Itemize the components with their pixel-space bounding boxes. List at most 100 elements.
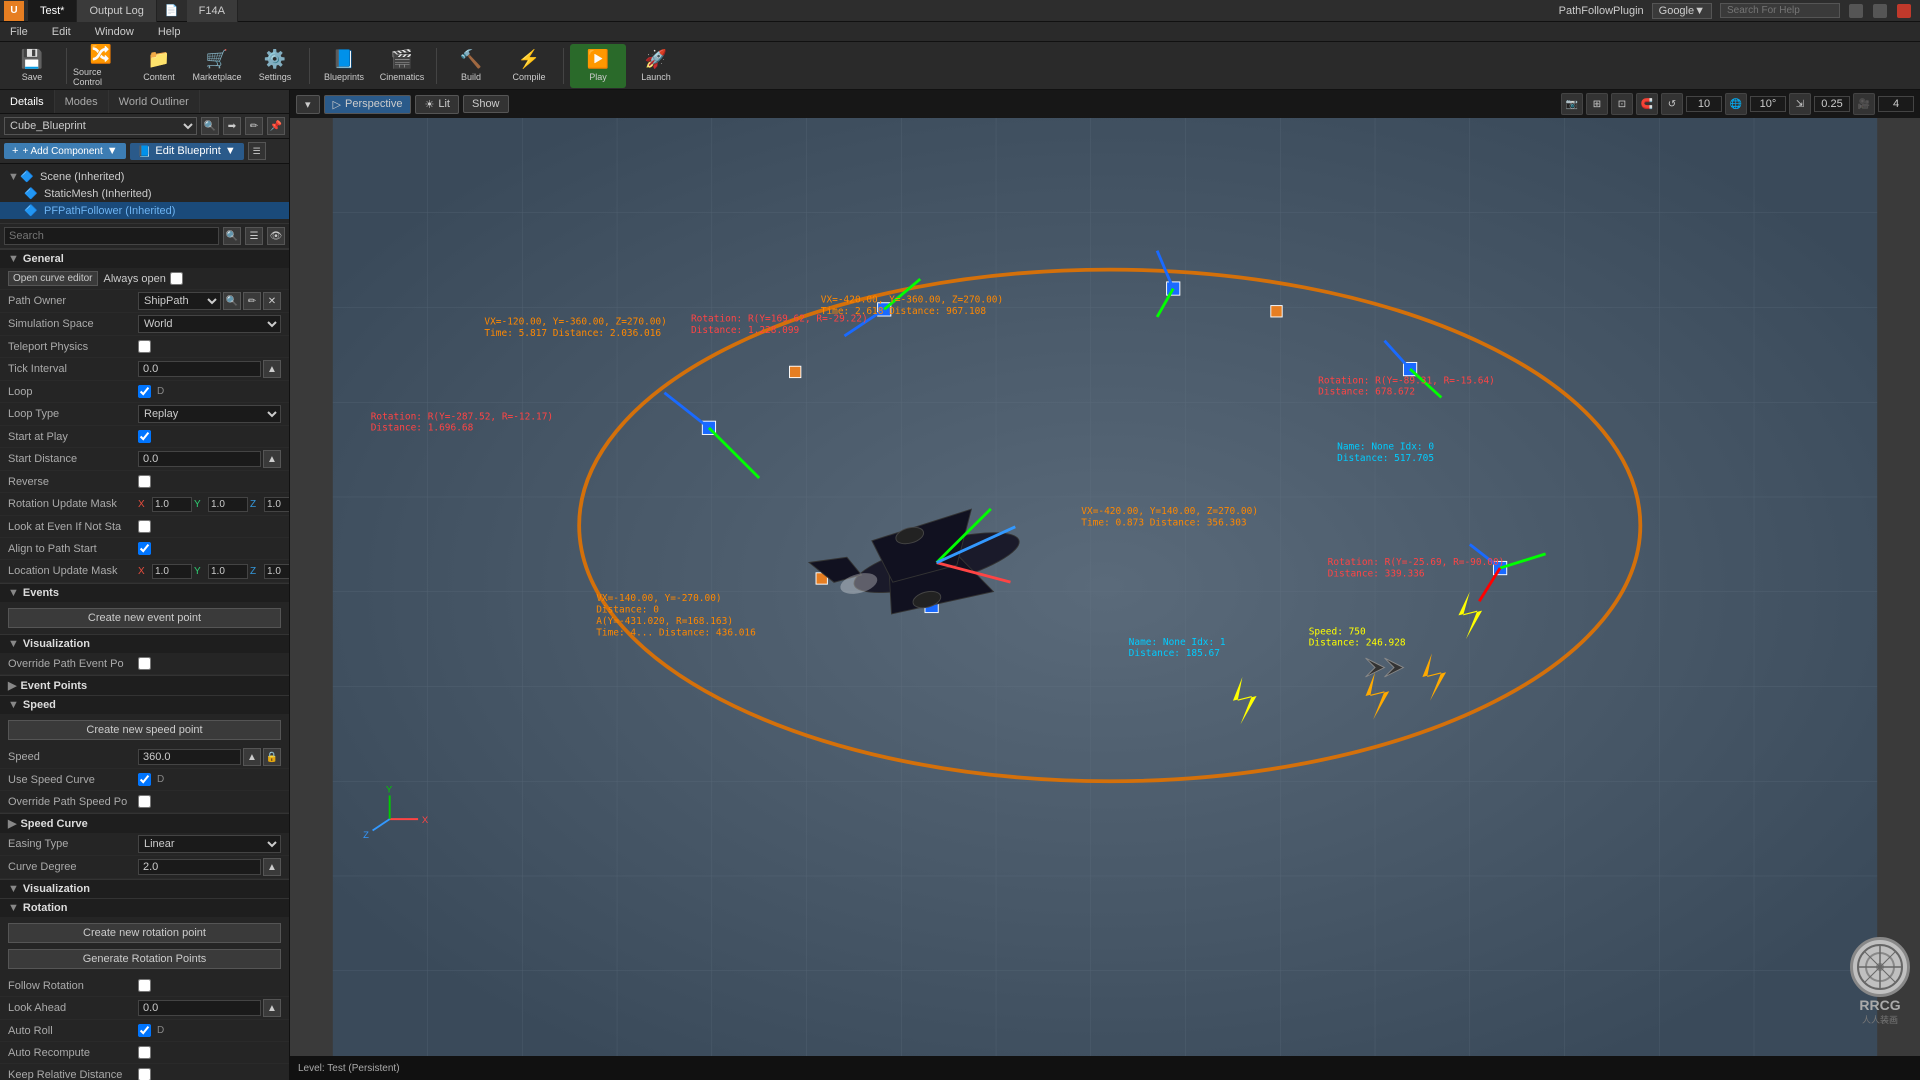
- location-z-input[interactable]: 1.0: [264, 564, 289, 579]
- vp-scale-btn[interactable]: ⇲: [1789, 93, 1811, 115]
- vp-snap-rot-btn[interactable]: ↺: [1661, 93, 1683, 115]
- speed-lock[interactable]: 🔒: [263, 748, 281, 766]
- minimize-button[interactable]: [1849, 4, 1863, 18]
- menu-help[interactable]: Help: [152, 26, 187, 38]
- tree-item-staticmesh[interactable]: 🔷 StaticMesh (Inherited): [0, 185, 289, 202]
- rotation-x-input[interactable]: 1.0: [152, 497, 192, 512]
- create-event-point-btn[interactable]: Create new event point: [8, 608, 281, 628]
- tab-output-log[interactable]: Output Log: [77, 0, 156, 22]
- tick-interval-input[interactable]: 0.0: [138, 361, 261, 377]
- reverse-checkbox[interactable]: [138, 475, 151, 488]
- play-button[interactable]: ▶️ Play: [570, 44, 626, 88]
- menu-edit[interactable]: Edit: [46, 26, 77, 38]
- section-event-points[interactable]: ▶ Event Points: [0, 675, 289, 695]
- blueprint-dropdown[interactable]: Cube_Blueprint: [4, 117, 197, 135]
- close-button[interactable]: [1897, 4, 1911, 18]
- override-path-event-checkbox[interactable]: [138, 657, 151, 670]
- search-filter-btn[interactable]: 🔍: [223, 227, 241, 245]
- simulation-space-select[interactable]: World: [138, 315, 281, 333]
- tab-f14a[interactable]: F14A: [187, 0, 238, 22]
- viewport[interactable]: ▾ ▷ Perspective ☀ Lit Show 📷 ⊞ ⊡ 🧲 ↺ 10 …: [290, 90, 1920, 1080]
- path-owner-browse[interactable]: 🔍: [223, 292, 241, 310]
- section-visualization[interactable]: ▼ Visualization: [0, 634, 289, 653]
- section-general[interactable]: ▼ General: [0, 249, 289, 268]
- browse-icon-btn[interactable]: 🔍: [201, 117, 219, 135]
- location-x-input[interactable]: 1.0: [152, 564, 192, 579]
- pin-icon-btn[interactable]: 📌: [267, 117, 285, 135]
- look-ahead-inc[interactable]: ▲: [263, 999, 281, 1017]
- override-path-speed-checkbox[interactable]: [138, 795, 151, 808]
- edit-blueprint-button[interactable]: 📘 Edit Blueprint ▼: [130, 143, 244, 160]
- look-ahead-input[interactable]: 0.0: [138, 1000, 261, 1016]
- tab-details[interactable]: Details: [0, 90, 55, 113]
- menu-window[interactable]: Window: [89, 26, 140, 38]
- location-y-input[interactable]: 1.0: [208, 564, 248, 579]
- curve-degree-input[interactable]: 2.0: [138, 859, 261, 875]
- add-component-button[interactable]: + + Add Component ▼: [4, 143, 126, 159]
- settings-button[interactable]: ⚙️ Settings: [247, 44, 303, 88]
- save-button[interactable]: 💾 Save: [4, 44, 60, 88]
- vp-grid-size[interactable]: 10: [1686, 96, 1722, 112]
- viewport-dropdown-btn[interactable]: ▾: [296, 95, 320, 114]
- search-view-btn[interactable]: ☰: [245, 227, 263, 245]
- tab-world-outliner[interactable]: World Outliner: [109, 90, 200, 113]
- build-button[interactable]: 🔨 Build: [443, 44, 499, 88]
- lit-btn[interactable]: ☀ Lit: [415, 95, 459, 114]
- loop-checkbox[interactable]: [138, 385, 151, 398]
- start-distance-input[interactable]: 0.0: [138, 451, 261, 467]
- path-owner-edit[interactable]: ✏: [243, 292, 261, 310]
- tree-item-scene[interactable]: ▼ 🔷 Scene (Inherited): [0, 168, 289, 185]
- vp-cam-speed-btn[interactable]: 🎥: [1853, 93, 1875, 115]
- speed-input[interactable]: 360.0: [138, 749, 241, 765]
- section-events[interactable]: ▼ Events: [0, 583, 289, 602]
- tab-test[interactable]: Test*: [28, 0, 77, 22]
- compile-button[interactable]: ⚡ Compile: [501, 44, 557, 88]
- look-at-even-checkbox[interactable]: [138, 520, 151, 533]
- rotation-z-input[interactable]: 1.0: [264, 497, 289, 512]
- teleport-physics-checkbox[interactable]: [138, 340, 151, 353]
- marketplace-button[interactable]: 🛒 Marketplace: [189, 44, 245, 88]
- section-rotation[interactable]: ▼ Rotation: [0, 898, 289, 917]
- follow-rotation-checkbox[interactable]: [138, 979, 151, 992]
- always-open-checkbox[interactable]: [170, 272, 183, 285]
- vp-snap-surface-btn[interactable]: ⊡: [1611, 93, 1633, 115]
- search-options-btn[interactable]: 👁: [267, 227, 285, 245]
- loop-type-select[interactable]: Replay Linear: [138, 405, 281, 423]
- vp-snap-world-btn[interactable]: 🌐: [1725, 93, 1747, 115]
- auto-roll-checkbox[interactable]: [138, 1024, 151, 1037]
- start-at-play-checkbox[interactable]: [138, 430, 151, 443]
- vp-camera-btn[interactable]: 📷: [1561, 93, 1583, 115]
- align-to-path-checkbox[interactable]: [138, 542, 151, 555]
- help-search[interactable]: [1720, 3, 1840, 18]
- auto-recompute-checkbox[interactable]: [138, 1046, 151, 1059]
- create-speed-point-btn[interactable]: Create new speed point: [8, 720, 281, 740]
- panel-options-btn[interactable]: ☰: [248, 142, 266, 160]
- content-button[interactable]: 📁 Content: [131, 44, 187, 88]
- easing-type-select[interactable]: Linear: [138, 835, 281, 853]
- search-input[interactable]: [4, 227, 219, 245]
- speed-inc[interactable]: ▲: [243, 748, 261, 766]
- vp-snap-deg[interactable]: 10°: [1750, 96, 1786, 112]
- maximize-button[interactable]: [1873, 4, 1887, 18]
- launch-button[interactable]: 🚀 Launch: [628, 44, 684, 88]
- path-owner-clear[interactable]: ✕: [263, 292, 281, 310]
- start-distance-inc[interactable]: ▲: [263, 450, 281, 468]
- vp-scale-val[interactable]: 0.25: [1814, 96, 1850, 112]
- keep-relative-checkbox[interactable]: [138, 1068, 151, 1080]
- open-curve-editor-btn[interactable]: Open curve editor: [8, 271, 98, 286]
- cinematics-button[interactable]: 🎬 Cinematics: [374, 44, 430, 88]
- path-owner-select[interactable]: ShipPath: [138, 292, 221, 310]
- show-btn[interactable]: Show: [463, 95, 509, 113]
- section-speed-vis[interactable]: ▼ Visualization: [0, 879, 289, 898]
- source-control-button[interactable]: 🔀 Source Control: [73, 44, 129, 88]
- edit-icon-btn[interactable]: ✏: [245, 117, 263, 135]
- menu-file[interactable]: File: [4, 26, 34, 38]
- tab-modes[interactable]: Modes: [55, 90, 109, 113]
- curve-degree-inc[interactable]: ▲: [263, 858, 281, 876]
- section-speed-curve[interactable]: ▶ Speed Curve: [0, 813, 289, 833]
- vp-grid-btn[interactable]: ⊞: [1586, 93, 1608, 115]
- generate-rotation-points-btn[interactable]: Generate Rotation Points: [8, 949, 281, 969]
- vp-cam-speed[interactable]: 4: [1878, 96, 1914, 112]
- go-to-icon-btn[interactable]: ➡: [223, 117, 241, 135]
- rotation-y-input[interactable]: 1.0: [208, 497, 248, 512]
